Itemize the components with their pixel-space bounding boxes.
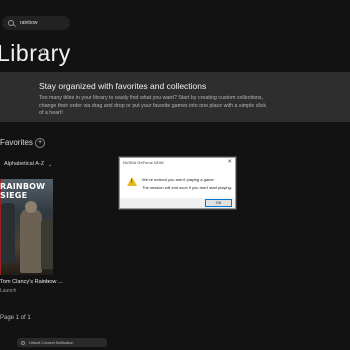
collection-icon[interactable] bbox=[40, 49, 45, 54]
add-favorite-button[interactable]: + bbox=[35, 138, 45, 148]
operator-figure bbox=[25, 201, 37, 213]
search-value: rainbow bbox=[20, 20, 38, 26]
favorites-heading: Favorites bbox=[0, 138, 33, 147]
sort-dropdown[interactable]: Alphabetical A-Z bbox=[4, 161, 44, 167]
chevron-down-icon[interactable]: ⌄ bbox=[48, 163, 52, 168]
notification-text: Ubisoft Connect Notification bbox=[29, 340, 74, 345]
notification-icon bbox=[21, 340, 25, 345]
dialog-message: We've noticed you aren't playing a game. bbox=[142, 177, 215, 182]
close-icon[interactable]: ✕ bbox=[227, 159, 232, 165]
warning-icon-mark: ! bbox=[130, 179, 133, 185]
dialog-title: NVIDIA GeForce NOW bbox=[123, 160, 164, 165]
idle-warning-dialog: NVIDIA GeForce NOW ✕ ! We've noticed you… bbox=[119, 157, 236, 209]
plus-icon: + bbox=[37, 139, 43, 146]
dialog-content bbox=[120, 167, 235, 198]
game-title[interactable]: Tom Clancy's Rainbow ... bbox=[0, 279, 63, 285]
ok-button[interactable]: OK bbox=[205, 199, 232, 207]
dialog-titlebar: NVIDIA GeForce NOW ✕ bbox=[120, 158, 235, 167]
game-card[interactable]: RAINBOW SIEGE bbox=[0, 179, 53, 275]
pagination: Page 1 of 1 bbox=[0, 315, 31, 321]
operator-figure bbox=[1, 203, 15, 263]
operator-figure bbox=[20, 209, 42, 273]
game-logo: RAINBOW SIEGE bbox=[0, 182, 46, 200]
search-icon bbox=[8, 20, 14, 26]
game-more-button[interactable]: ... bbox=[44, 278, 49, 284]
operator-figure bbox=[41, 219, 53, 269]
game-subtitle: Launch bbox=[0, 288, 17, 294]
search-input[interactable]: rainbow bbox=[2, 16, 70, 30]
banner-body: Too many titles in your library to easil… bbox=[39, 95, 267, 117]
banner-title: Stay organized with favorites and collec… bbox=[39, 81, 207, 91]
dialog-message: The session will end soon if you don't s… bbox=[142, 185, 232, 190]
page-title: Library bbox=[0, 40, 71, 66]
notification-toast[interactable]: Ubisoft Connect Notification bbox=[17, 338, 107, 347]
